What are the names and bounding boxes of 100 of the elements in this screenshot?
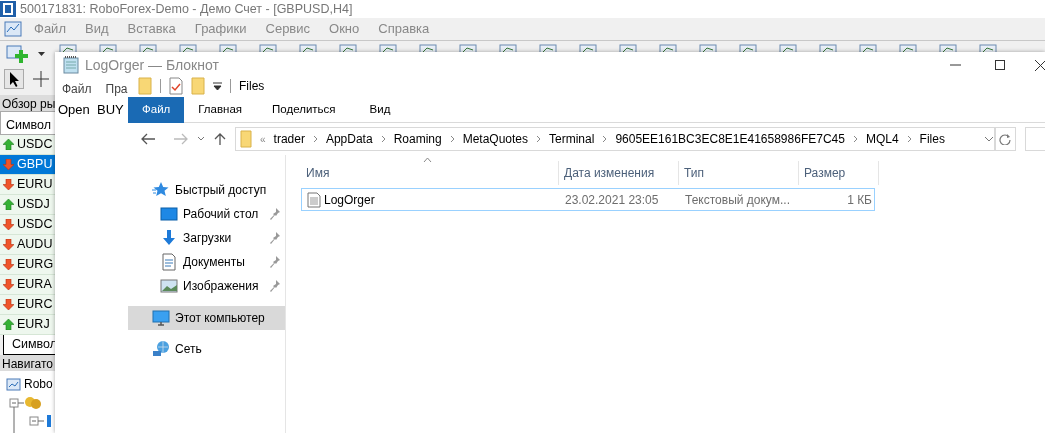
refresh-icon	[999, 133, 1012, 145]
breadcrumb-item[interactable]: Roaming	[393, 130, 442, 148]
up-arrow-icon[interactable]	[213, 132, 227, 146]
symbol-row[interactable]: USDC	[0, 215, 55, 235]
menu-item[interactable]: Пра	[105, 80, 128, 98]
toolbar-icon[interactable]	[739, 44, 757, 52]
nav-item[interactable]: Сеть	[128, 337, 285, 361]
breadcrumb-item[interactable]: trader	[273, 130, 305, 148]
search-field[interactable]	[1025, 127, 1045, 151]
toolbar-icon[interactable]	[619, 44, 637, 52]
toolbar-icon[interactable]	[379, 44, 397, 52]
symbol-row[interactable]: AUDU	[0, 235, 55, 255]
down-arrow-icon	[3, 239, 14, 250]
breadcrumb-item[interactable]: Files	[919, 130, 945, 148]
symbol-row[interactable]: GBPU	[0, 155, 55, 175]
notepad-icon	[63, 56, 79, 74]
desktop-icon	[160, 205, 178, 223]
file-date: 23.02.2021 23:05	[564, 191, 660, 209]
down-arrow-icon	[3, 259, 14, 270]
toolbar-icon[interactable]	[979, 44, 997, 52]
breadcrumb-item[interactable]: AppData	[325, 130, 373, 148]
nav-item[interactable]: Загрузки	[128, 226, 285, 250]
toolbar-icon[interactable]	[219, 44, 237, 52]
toolbar-icon[interactable]	[259, 44, 277, 52]
toolbar-icon[interactable]	[419, 44, 437, 52]
column-header[interactable]: Размер	[799, 160, 879, 185]
ribbon-tab[interactable]: Вид	[335, 96, 391, 123]
close-icon	[1033, 58, 1045, 72]
chevron-right-icon	[906, 135, 912, 143]
toolbar-icon[interactable]	[539, 44, 557, 52]
breadcrumb-overflow[interactable]: «	[260, 131, 266, 147]
symbol-row[interactable]: EURC	[0, 295, 55, 315]
symbol-row[interactable]: EURU	[0, 175, 55, 195]
caret-icon[interactable]	[213, 82, 222, 90]
toolbar-icon[interactable]	[179, 44, 197, 52]
toolbar-icon[interactable]	[899, 44, 917, 52]
sort-caret-icon	[423, 157, 432, 162]
nav-item[interactable]: Этот компьютер	[128, 306, 285, 330]
toolbar-icon[interactable]	[579, 44, 597, 52]
file-size: 1 КБ	[846, 191, 872, 209]
maximize-icon	[993, 58, 1007, 72]
symbol-row[interactable]: EURJ	[0, 315, 55, 335]
caret-icon[interactable]	[38, 51, 45, 56]
image-icon	[160, 277, 178, 295]
toolbar-icon[interactable]	[859, 44, 877, 52]
breadcrumb-item[interactable]: 9605EE161BC3EC8E1E41658986FE7C45	[615, 130, 845, 148]
toolbar-icon[interactable]	[939, 44, 957, 52]
toolbar-icon[interactable]	[459, 44, 477, 52]
refresh-button[interactable]	[994, 127, 1017, 151]
toolbar-icon[interactable]	[499, 44, 517, 52]
breadcrumb-item[interactable]: MQL4	[865, 130, 899, 148]
back-arrow-icon[interactable]	[140, 132, 156, 146]
monitor-icon	[152, 309, 170, 327]
toolbar-icon[interactable]	[139, 44, 157, 52]
address-bar[interactable]: « trader AppData Roaming MetaQuotes Terminal 9605EE161BC3EC8E1E41658986FE7C45 MQL4 Files	[235, 127, 995, 151]
nav-item[interactable]: Быстрый доступ	[128, 178, 285, 202]
cursor-icon[interactable]	[4, 69, 24, 89]
document-icon	[160, 253, 178, 271]
file-row[interactable]: LogOrger 23.02.2021 23:05 Текстовый докум... 1 КБ	[301, 188, 875, 211]
chevron-down-icon[interactable]	[197, 136, 205, 142]
toolbar-icon[interactable]	[339, 44, 357, 52]
symbol-row[interactable]: USDJ	[0, 195, 55, 215]
breadcrumb-item[interactable]: Terminal	[549, 130, 595, 148]
symbol-row[interactable]: USDC	[0, 135, 55, 155]
symbol-row[interactable]: EURG	[0, 255, 55, 275]
tree-item[interactable]: Robo	[24, 375, 53, 393]
ribbon-tab[interactable]: Главная	[184, 96, 243, 123]
file-name: LogOrger	[324, 191, 375, 209]
toolbar-icon[interactable]	[59, 44, 77, 52]
terminal-icon	[6, 376, 21, 392]
column-header[interactable]: Символ	[0, 111, 55, 135]
toolbar-icon[interactable]	[299, 44, 317, 52]
column-header[interactable]: Имя	[301, 160, 559, 185]
symbol-row[interactable]: EURA	[0, 275, 55, 295]
toolbar-icon[interactable]	[699, 44, 717, 52]
column-header[interactable]: Тип	[679, 160, 799, 185]
ribbon-tab[interactable]: Файл	[128, 96, 185, 123]
window-title: Files	[239, 78, 265, 95]
chevron-right-icon	[380, 135, 386, 143]
ribbon-tab[interactable]: Поделиться	[242, 96, 336, 123]
toolbar-icon[interactable]	[99, 44, 117, 52]
chart-icon	[4, 20, 22, 38]
nav-item[interactable]: Документы	[128, 250, 285, 274]
star-icon	[152, 181, 170, 199]
chevron-right-icon	[449, 135, 455, 143]
toolbar-icon[interactable]	[659, 44, 677, 52]
checklist-icon[interactable]	[169, 77, 183, 95]
menu-item[interactable]: Файл	[62, 80, 92, 98]
nav-item[interactable]: Изображения	[128, 274, 285, 298]
toolbar-icon[interactable]	[779, 44, 797, 52]
crosshair-icon[interactable]	[32, 70, 50, 88]
column-header[interactable]: Дата изменения	[559, 160, 679, 185]
down-arrow-icon	[3, 299, 14, 310]
file-type: Текстовый докум...	[684, 191, 791, 209]
down-arrow-icon	[3, 159, 14, 170]
nav-item[interactable]: Рабочий стол	[128, 202, 285, 226]
toolbar-icon[interactable]	[819, 44, 837, 52]
breadcrumb-item[interactable]: MetaQuotes	[462, 130, 529, 148]
chevron-down-icon[interactable]	[983, 136, 994, 142]
document-text: Open BUY	[57, 101, 124, 119]
